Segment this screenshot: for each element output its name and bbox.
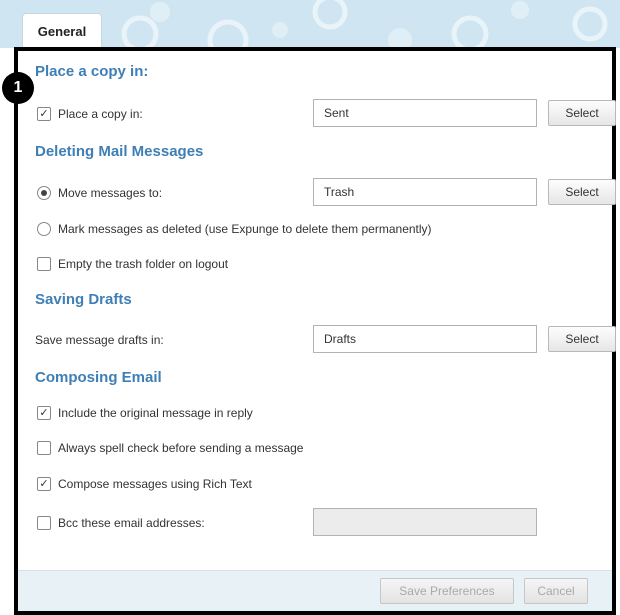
spell-check-label: Always spell check before sending a mess… xyxy=(58,441,304,455)
rich-text-checkbox[interactable]: ✓ xyxy=(37,477,51,491)
move-messages-radio[interactable] xyxy=(37,186,51,200)
bcc-checkbox[interactable] xyxy=(37,516,51,530)
move-messages-select-button[interactable]: Select xyxy=(548,179,616,205)
radio-selected-dot xyxy=(41,190,47,196)
check-icon: ✓ xyxy=(39,406,49,419)
section-title-place-copy: Place a copy in: xyxy=(35,63,149,80)
save-preferences-button[interactable]: Save Preferences xyxy=(380,578,514,604)
bcc-addresses-field[interactable] xyxy=(313,508,537,536)
step-number-badge: 1 xyxy=(2,72,34,104)
save-drafts-field[interactable]: Drafts xyxy=(313,325,537,353)
step-number: 1 xyxy=(13,79,23,96)
save-drafts-select-button[interactable]: Select xyxy=(548,326,616,352)
include-original-label: Include the original message in reply xyxy=(58,406,253,420)
rich-text-label: Compose messages using Rich Text xyxy=(58,477,252,491)
save-drafts-label: Save message drafts in: xyxy=(35,333,164,347)
cancel-button[interactable]: Cancel xyxy=(524,578,588,604)
check-icon: ✓ xyxy=(39,107,49,120)
check-icon: ✓ xyxy=(39,477,49,490)
tab-general-label: General xyxy=(37,23,87,39)
tab-general[interactable]: General xyxy=(22,13,102,48)
move-messages-label: Move messages to: xyxy=(58,186,163,200)
section-title-composing: Composing Email xyxy=(35,369,162,386)
preferences-panel: Place a copy in: ✓ Place a copy in: Sent… xyxy=(14,47,616,615)
place-copy-select-button[interactable]: Select xyxy=(548,100,616,126)
section-title-drafts: Saving Drafts xyxy=(35,291,132,308)
empty-trash-label: Empty the trash folder on logout xyxy=(58,257,229,271)
section-title-deleting: Deleting Mail Messages xyxy=(35,143,204,160)
spell-check-checkbox[interactable] xyxy=(37,441,51,455)
mark-deleted-radio[interactable] xyxy=(37,222,51,236)
preferences-footer: Save Preferences Cancel xyxy=(18,570,612,611)
place-copy-label: Place a copy in: xyxy=(58,107,143,121)
bcc-label: Bcc these email addresses: xyxy=(58,516,205,530)
place-copy-checkbox[interactable]: ✓ xyxy=(37,107,51,121)
place-copy-field[interactable]: Sent xyxy=(313,99,537,127)
move-messages-field[interactable]: Trash xyxy=(313,178,537,206)
include-original-checkbox[interactable]: ✓ xyxy=(37,406,51,420)
empty-trash-checkbox[interactable] xyxy=(37,257,51,271)
mark-deleted-label: Mark messages as deleted (use Expunge to… xyxy=(58,222,432,236)
